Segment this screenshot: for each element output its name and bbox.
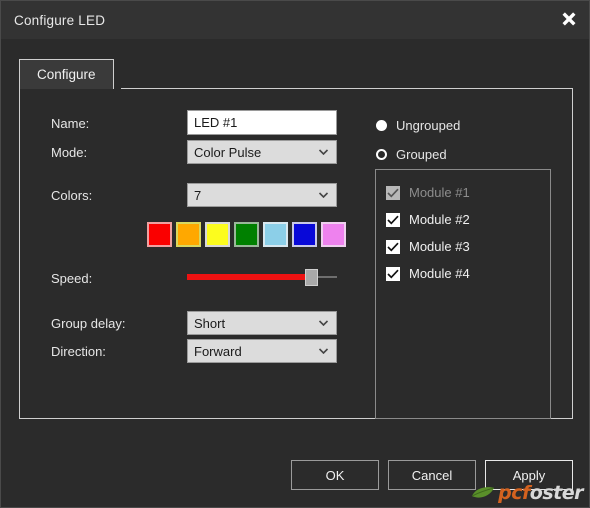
tab-strip: Configure [19,59,573,89]
close-icon [562,12,576,26]
cancel-button[interactable]: Cancel [388,460,476,490]
chevron-down-icon [318,190,328,200]
colors-label: Colors: [51,188,93,203]
close-button[interactable] [547,1,589,39]
radio-ungrouped-indicator [376,120,387,131]
chevron-down-icon [318,346,328,356]
color-swatch-orange[interactable] [176,222,201,247]
radio-ungrouped-label: Ungrouped [396,118,461,133]
check-icon [387,242,399,252]
window-title: Configure LED [14,12,106,28]
color-swatch-lightblue[interactable] [263,222,288,247]
tab-configure[interactable]: Configure [19,59,114,89]
speed-slider-fill [187,274,311,280]
check-icon [387,215,399,225]
color-swatch-violet[interactable] [321,222,346,247]
title-bar: Configure LED [1,1,589,39]
speed-label: Speed: [51,271,93,286]
checkbox-module-1 [386,185,400,200]
radio-grouped[interactable]: Grouped [376,147,447,162]
configure-led-dialog: Configure LED Configure Name: LED #1 Mod… [0,0,590,508]
speed-slider[interactable] [187,267,337,287]
color-swatch-yellow[interactable] [205,222,230,247]
chevron-down-icon [318,147,328,157]
direction-label: Direction: [51,344,106,359]
group-delay-value: Short [194,315,226,331]
radio-ungrouped[interactable]: Ungrouped [376,118,460,133]
module-label-3: Module #3 [409,239,470,254]
check-icon [387,188,399,198]
module-row-3[interactable]: Module #3 [376,233,550,260]
colors-dropdown[interactable]: 7 [187,183,337,207]
radio-grouped-label: Grouped [396,147,447,162]
name-input-value: LED #1 [194,115,238,130]
module-list: Module #1 Module #2 Module #3 Module #4 [375,169,551,419]
colors-value: 7 [194,187,202,203]
speed-slider-thumb[interactable] [305,269,318,286]
radio-grouped-indicator [376,149,387,160]
mode-dropdown[interactable]: Color Pulse [187,140,337,164]
ok-button[interactable]: OK [291,460,379,490]
name-input[interactable]: LED #1 [187,110,337,135]
color-swatch-green[interactable] [234,222,259,247]
color-swatch-blue[interactable] [292,222,317,247]
ok-button-label: OK [325,467,345,483]
module-row-1: Module #1 [376,179,550,206]
chevron-down-icon [318,318,328,328]
checkbox-module-2[interactable] [386,212,400,227]
cancel-button-label: Cancel [411,467,453,483]
mode-value: Color Pulse [194,144,262,160]
group-delay-label: Group delay: [51,316,126,331]
color-swatch-row [147,222,346,247]
direction-dropdown[interactable]: Forward [187,339,337,363]
apply-button[interactable]: Apply [485,460,573,490]
module-row-2[interactable]: Module #2 [376,206,550,233]
name-label: Name: [51,116,90,131]
checkbox-module-4[interactable] [386,266,400,281]
direction-value: Forward [194,343,242,359]
color-swatch-red[interactable] [147,222,172,247]
tab-configure-label: Configure [37,67,96,82]
checkbox-module-3[interactable] [386,239,400,254]
mode-label: Mode: [51,145,88,160]
module-row-4[interactable]: Module #4 [376,260,550,287]
module-label-4: Module #4 [409,266,470,281]
check-icon [387,269,399,279]
apply-button-label: Apply [512,467,546,483]
module-label-2: Module #2 [409,212,470,227]
group-delay-dropdown[interactable]: Short [187,311,337,335]
module-label-1: Module #1 [409,185,470,200]
